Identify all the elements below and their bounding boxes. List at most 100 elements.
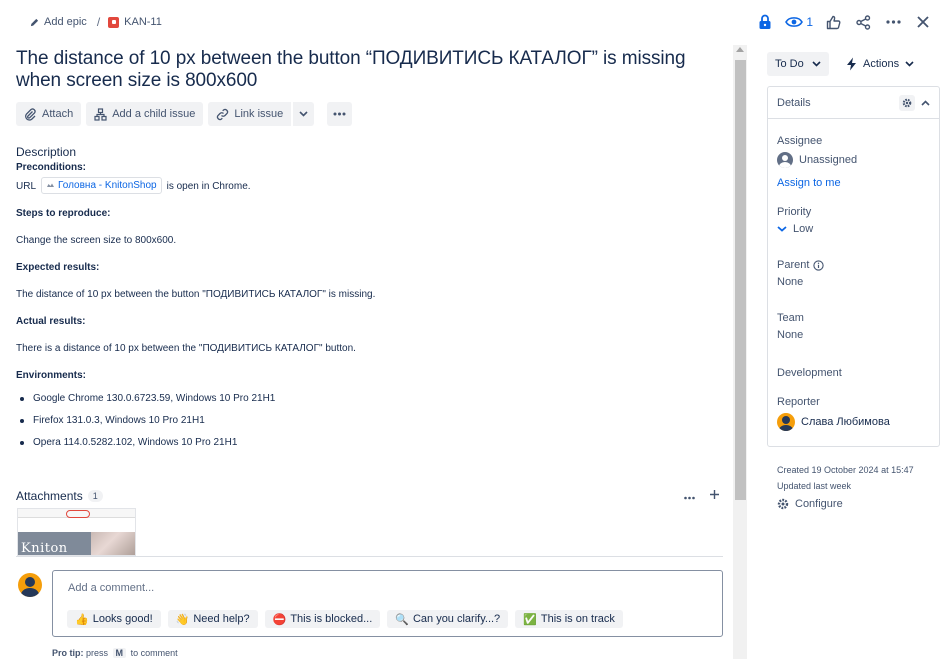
magnifier-emoji-icon: 🔍 [395,613,409,626]
protip-press: press [86,648,109,658]
more-actions-button[interactable] [327,102,353,126]
attachment-thumbnail[interactable]: Kniton [17,508,136,556]
priority-label: Priority [777,206,812,218]
link-issue-dropdown[interactable] [292,102,315,126]
chevron-down-icon [905,61,914,67]
actual-text: There is a distance of 10 px between the… [16,343,356,354]
quick-reply-blocked[interactable]: ⛔ This is blocked... [264,610,381,628]
priority-low-icon [777,226,787,232]
no-entry-emoji-icon: ⛔ [272,613,287,626]
assignee-value[interactable]: Unassigned [777,152,857,168]
description-section[interactable]: Description Preconditions: URL Головна - … [16,145,716,454]
scroll-up-arrow[interactable] [736,47,744,52]
check-emoji-icon: ✅ [523,613,537,626]
thumbnail-photo [91,532,135,555]
issue-top-actions: 1 [755,12,933,32]
bug-type-icon [108,16,120,28]
attachments-more-button[interactable] [684,488,695,503]
chevron-up-icon[interactable] [921,99,930,106]
gear-icon[interactable] [899,94,915,111]
reporter-value[interactable]: Слава Любимова [777,413,890,431]
scrollbar-thumb[interactable] [735,60,746,500]
steps-label: Steps to reproduce: [16,208,111,219]
details-title: Details [777,96,811,109]
attachments-heading: Attachments 1 [16,489,103,503]
smart-link[interactable]: Головна - KnitonShop [41,177,162,194]
team-value[interactable]: None [777,329,804,341]
add-epic-label: Add epic [44,16,87,28]
thumbs-up-emoji-icon: 👍 [75,613,89,626]
watch-button[interactable]: 1 [785,15,813,29]
environments-label: Environments: [16,370,87,381]
team-label: Team [777,312,804,324]
thumbs-up-icon[interactable] [823,12,843,32]
issue-key-link[interactable]: KAN-11 [108,16,162,28]
quick-replies: 👍 Looks good! 👋 Need help? ⛔ This is blocke… [67,610,623,628]
favicon-icon [47,183,55,187]
protip-key: M [112,648,127,658]
info-icon[interactable] [813,259,825,271]
list-item: Opera 114.0.5282.102, Windows 10 Pro 21H… [16,432,716,454]
actions-label: Actions [863,58,900,70]
assignee-label: Assignee [777,135,823,147]
wave-emoji-icon: 👋 [175,613,190,626]
more-icon[interactable] [883,12,903,32]
share-icon[interactable] [853,12,873,32]
close-icon[interactable] [913,12,933,32]
quick-reply-clarify[interactable]: 🔍 Can you clarify...? [387,610,509,628]
preconditions-label: Preconditions: [16,162,87,173]
assign-to-me-link[interactable]: Assign to me [777,177,857,189]
issue-title[interactable]: The distance of 10 px between the button… [16,48,716,92]
gear-icon [777,498,789,510]
quick-reply-need-help[interactable]: 👋 Need help? [167,610,258,628]
list-item: Google Chrome 130.0.6723.59, Windows 10 … [16,388,716,410]
protip-rest: to comment [130,648,178,658]
actions-dropdown[interactable]: Actions [838,52,922,76]
url-suffix: is open in Chrome. [166,181,251,192]
eye-icon [785,17,804,27]
add-child-label: Add a child issue [112,108,196,120]
attach-label: Attach [42,108,74,120]
quick-reply-looks-good[interactable]: 👍 Looks good! [67,610,161,628]
thumbnail-nav-row [18,518,135,530]
more-icon [684,496,695,500]
details-panel: Details Assignee Unassigned Assign to me… [767,86,940,447]
url-prefix: URL [16,181,37,192]
divider [16,556,723,557]
quick-reply-label: This is blocked... [290,613,373,625]
attach-button[interactable]: Attach [16,102,82,126]
comment-editor[interactable]: Add a comment... 👍 Looks good! 👋 Need help… [52,570,723,637]
priority-value[interactable]: Low [777,223,813,235]
lightning-icon [847,57,856,71]
parent-label-row: Parent [777,259,825,271]
priority-field: Priority Low [777,206,813,235]
add-epic-link[interactable]: Add epic [30,16,87,28]
parent-value[interactable]: None [777,276,824,288]
chevron-down-icon [299,111,308,117]
pro-tip: Pro tip: press M to comment [52,648,178,658]
attachments-label: Attachments [16,489,83,503]
parent-label: Parent [777,259,810,271]
details-header[interactable]: Details [768,87,939,119]
thumbnail-hero: Kniton [18,532,135,555]
link-icon [217,108,229,120]
quick-reply-on-track[interactable]: ✅ This is on track [515,610,623,628]
link-issue-button[interactable]: Link issue [208,102,292,126]
environments-list: Google Chrome 130.0.6723.59, Windows 10 … [16,388,716,454]
status-dropdown[interactable]: To Do [767,52,829,76]
description-heading: Description [16,145,77,159]
chevron-down-icon [812,61,821,67]
steps-text: Change the screen size to 800x600. [16,235,177,246]
add-child-issue-button[interactable]: Add a child issue [86,102,204,126]
lock-icon[interactable] [755,12,775,32]
configure-button[interactable]: Configure [777,498,843,510]
pencil-icon [30,18,39,26]
configure-label: Configure [795,498,843,510]
thumbnail-header-strip [18,509,135,518]
issue-meta: Created 19 October 2024 at 15:47 Updated… [777,462,914,494]
attachments-add-button[interactable] [709,488,720,503]
priority-text: Low [793,223,814,235]
smart-link-text: Головна - KnitonShop [58,180,157,191]
expected-label: Expected results: [16,262,100,273]
parent-field: Parent None [777,259,825,288]
